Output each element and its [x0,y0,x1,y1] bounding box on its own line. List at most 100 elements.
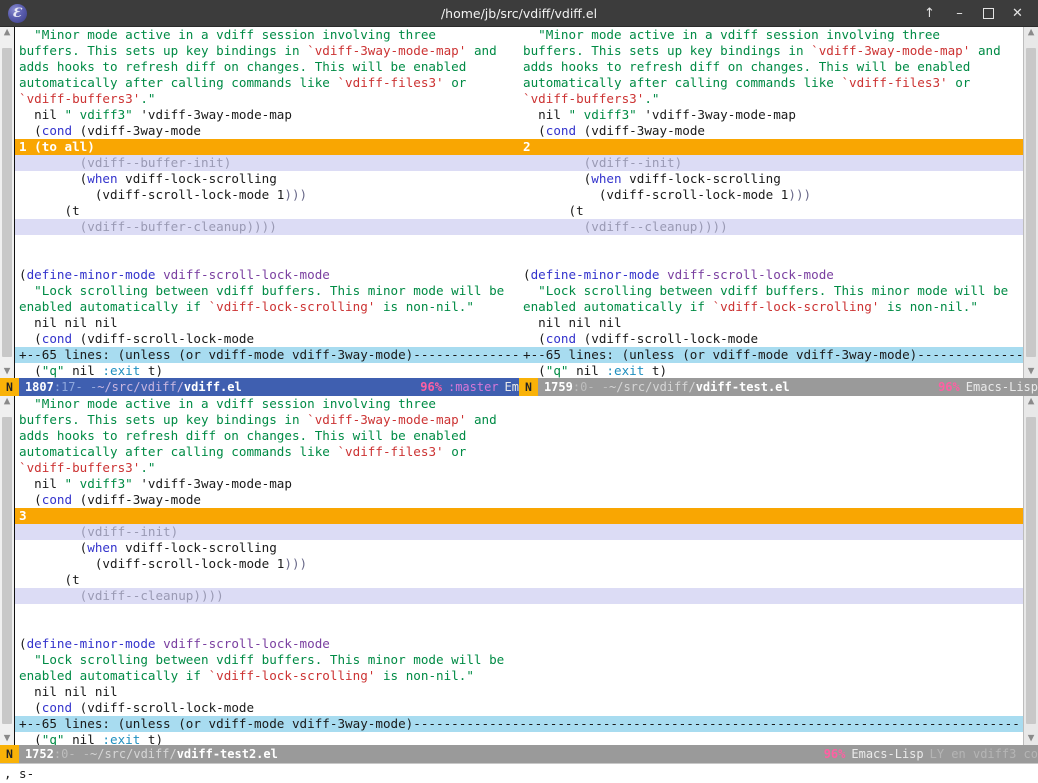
buffer-line[interactable]: (cond (vdiff-scroll-lock-mode [15,700,1023,716]
buffer-line[interactable]: (cond (vdiff-3way-mode [519,123,1023,139]
buffer-text-top-right[interactable]: "Minor mode active in a vdiff session in… [519,27,1023,378]
buffer-line[interactable]: 2 [519,139,1023,155]
buffer-line[interactable]: adds hooks to refresh diff on changes. T… [519,59,1023,75]
buffer-line[interactable]: (define-minor-mode vdiff-scroll-lock-mod… [15,267,519,283]
scroll-up-arrow-icon[interactable]: ▲ [0,396,14,408]
buffer-line[interactable]: enabled automatically if `vdiff-lock-scr… [15,668,1023,684]
buffer-line[interactable]: nil " vdiff3" 'vdiff-3way-mode-map [519,107,1023,123]
evil-state-indicator: N [0,378,19,396]
buffer-line[interactable]: (define-minor-mode vdiff-scroll-lock-mod… [519,267,1023,283]
buffer-line[interactable] [15,251,519,267]
buffer-line[interactable]: (cond (vdiff-scroll-lock-mode [15,331,519,347]
buffer-line[interactable]: (cond (vdiff-3way-mode [15,492,1023,508]
buffer-line[interactable] [15,620,1023,636]
buffer-line[interactable]: buffers. This sets up key bindings in `v… [519,43,1023,59]
modeline-bottom[interactable]: N 1752 :0 - - ~/src/vdiff/ vdiff-test2.e… [0,745,1038,763]
buffer-line[interactable]: adds hooks to refresh diff on changes. T… [15,59,519,75]
emacs-frame: ▲ ▼ "Minor mode active in a vdiff sessio… [0,27,1038,783]
buffer-line[interactable]: ("q" nil :exit t) [15,732,1023,745]
scroll-down-arrow-icon[interactable]: ▼ [0,732,14,745]
buffer-line[interactable]: `vdiff-buffers3'." [15,460,1023,476]
buffer-line[interactable]: (vdiff--buffer-init) [15,155,519,171]
buffer-line[interactable]: nil nil nil [15,315,519,331]
buffer-line[interactable]: `vdiff-buffers3'." [519,91,1023,107]
buffer-line[interactable]: nil " vdiff3" 'vdiff-3way-mode-map [15,107,519,123]
buffer-line[interactable]: automatically after calling commands lik… [15,444,1023,460]
buffer-text-span: when [87,540,118,555]
scroll-down-arrow-icon[interactable]: ▼ [0,365,14,378]
buffer-text-span: nil [568,363,607,378]
buffer-line[interactable]: "Minor mode active in a vdiff session in… [15,27,519,43]
buffer-line[interactable]: ("q" nil :exit t) [15,363,519,378]
buffer-text-top-left[interactable]: "Minor mode active in a vdiff session in… [15,27,519,378]
buffer-line[interactable]: ("q" nil :exit t) [519,363,1023,378]
buffer-line[interactable]: +--65 lines: (unless (or vdiff-mode vdif… [15,716,1023,732]
buffer-line[interactable] [15,604,1023,620]
buffer-line[interactable]: +--65 lines: (unless (or vdiff-mode vdif… [15,347,519,363]
buffer-line[interactable]: (t [519,203,1023,219]
buffer-line[interactable]: +--65 lines: (unless (or vdiff-mode vdif… [519,347,1023,363]
buffer-line[interactable]: (define-minor-mode vdiff-scroll-lock-mod… [15,636,1023,652]
buffer-line[interactable]: (vdiff--init) [519,155,1023,171]
scroll-up-arrow-icon[interactable]: ▲ [0,27,14,39]
buffer-line[interactable]: (when vdiff-lock-scrolling [15,540,1023,556]
scroll-down-arrow-icon[interactable]: ▼ [1024,365,1038,378]
buffer-line[interactable]: `vdiff-buffers3'." [15,91,519,107]
buffer-line[interactable] [519,235,1023,251]
buffer-line[interactable]: (t [15,572,1023,588]
buffer-line[interactable]: buffers. This sets up key bindings in `v… [15,43,519,59]
minimize-button[interactable]: – [953,7,966,20]
buffer-line[interactable]: nil nil nil [15,684,1023,700]
buffer-line[interactable]: automatically after calling commands lik… [15,75,519,91]
shade-button[interactable]: ↑ [923,7,936,20]
scroll-up-arrow-icon[interactable]: ▲ [1024,27,1038,39]
buffer-line[interactable]: (t [15,203,519,219]
buffer-line[interactable]: (cond (vdiff-scroll-lock-mode [519,331,1023,347]
buffer-line[interactable]: "Lock scrolling between vdiff buffers. T… [15,652,1023,668]
scrollbar-thumb[interactable] [2,48,12,357]
buffer-line[interactable] [519,251,1023,267]
buffer-line[interactable]: (vdiff--init) [15,524,1023,540]
buffer-line[interactable]: (when vdiff-lock-scrolling [519,171,1023,187]
buffer-line[interactable]: adds hooks to refresh diff on changes. T… [15,428,1023,444]
buffer-line[interactable]: 1 (to all) [15,139,519,155]
buffer-line[interactable]: 3 [15,508,1023,524]
scroll-down-arrow-icon[interactable]: ▼ [1024,732,1038,745]
buffer-line[interactable]: buffers. This sets up key bindings in `v… [15,412,1023,428]
buffer-line[interactable]: (vdiff--cleanup)))) [519,219,1023,235]
buffer-line[interactable]: enabled automatically if `vdiff-lock-scr… [519,299,1023,315]
buffer-line[interactable]: "Lock scrolling between vdiff buffers. T… [15,283,519,299]
scrollbar-top-left[interactable]: ▲ ▼ [0,27,15,378]
window-bottom[interactable]: ▲ ▼ "Minor mode active in a vdiff sessio… [0,396,1038,763]
buffer-line[interactable]: automatically after calling commands lik… [519,75,1023,91]
close-button[interactable]: ✕ [1011,7,1024,20]
scrollbar-thumb[interactable] [2,416,12,725]
window-top-right[interactable]: "Minor mode active in a vdiff session in… [519,27,1038,396]
buffer-text-bottom[interactable]: "Minor mode active in a vdiff session in… [15,396,1023,745]
buffer-line[interactable]: (vdiff-scroll-lock-mode 1))) [15,187,519,203]
buffer-line[interactable]: (vdiff--buffer-cleanup)))) [15,219,519,235]
buffer-line[interactable]: (vdiff-scroll-lock-mode 1))) [519,187,1023,203]
scroll-up-arrow-icon[interactable]: ▲ [1024,396,1038,408]
scrollbar-top-right[interactable]: ▲ ▼ [1023,27,1038,378]
buffer-line[interactable]: "Minor mode active in a vdiff session in… [519,27,1023,43]
buffer-line[interactable]: nil " vdiff3" 'vdiff-3way-mode-map [15,476,1023,492]
scrollbar-bottom-left[interactable]: ▲ ▼ [0,396,15,745]
buffer-line[interactable]: "Minor mode active in a vdiff session in… [15,396,1023,412]
scrollbar-thumb[interactable] [1026,48,1036,357]
buffer-line[interactable]: (when vdiff-lock-scrolling [15,171,519,187]
window-top-left[interactable]: ▲ ▼ "Minor mode active in a vdiff sessio… [0,27,519,396]
buffer-line[interactable]: (vdiff--cleanup)))) [15,588,1023,604]
minibuffer-echo-area[interactable]: , s- [0,763,1038,783]
buffer-line[interactable]: (vdiff-scroll-lock-mode 1))) [15,556,1023,572]
buffer-line[interactable]: enabled automatically if `vdiff-lock-scr… [15,299,519,315]
buffer-line[interactable]: "Lock scrolling between vdiff buffers. T… [519,283,1023,299]
buffer-line[interactable]: (cond (vdiff-3way-mode [15,123,519,139]
scrollbar-thumb[interactable] [1026,416,1036,725]
scrollbar-bottom-right[interactable]: ▲ ▼ [1023,396,1038,745]
maximize-button[interactable] [983,7,994,19]
buffer-line[interactable]: nil nil nil [519,315,1023,331]
buffer-line[interactable] [15,235,519,251]
modeline-top-right[interactable]: N 1759 :0 - - ~/src/vdiff/ vdiff-test.el… [519,378,1038,396]
modeline-top-left[interactable]: N 1807 :17 - - ~/src/vdiff/ vdiff.el 96%… [0,378,519,396]
